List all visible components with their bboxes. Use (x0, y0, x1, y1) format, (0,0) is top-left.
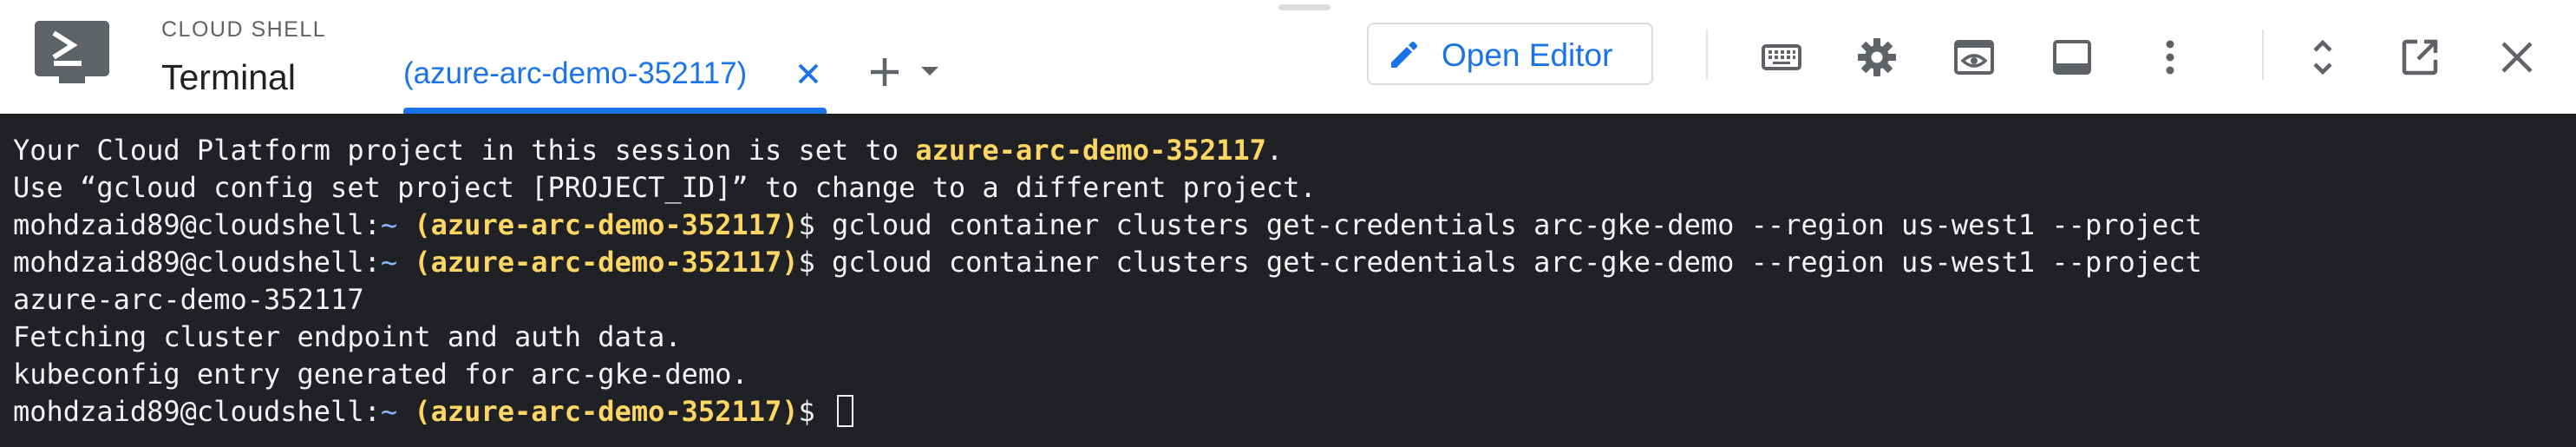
prompt-user: mohdzaid89@cloudshell (13, 246, 364, 279)
page-title: Terminal (161, 57, 296, 97)
tab-active-indicator (403, 108, 827, 114)
keyboard-icon[interactable] (1761, 36, 1802, 78)
prompt-user: mohdzaid89@cloudshell (13, 208, 364, 241)
open-editor-label: Open Editor (1442, 37, 1613, 73)
prompt-separator: : (363, 246, 381, 279)
terminal-line: kubeconfig entry generated for arc-gke-d… (13, 358, 749, 391)
prompt-user: mohdzaid89@cloudshell (13, 395, 364, 428)
command-text: $ (798, 395, 833, 428)
command-text: $ gcloud container clusters get-credenti… (798, 246, 2202, 279)
prompt-path: ~ (380, 208, 398, 241)
prompt-project: (azure-arc-demo-352117) (414, 395, 799, 428)
line-text: Your Cloud Platform project in this sess… (13, 134, 916, 167)
panel-icon[interactable] (2051, 36, 2093, 78)
terminal-output[interactable]: Your Cloud Platform project in this sess… (0, 114, 2576, 447)
terminal-line: azure-arc-demo-352117 (13, 283, 364, 316)
gear-icon[interactable] (1856, 36, 1898, 78)
tab-terminal-session[interactable]: (azure-arc-demo-352117) (403, 42, 827, 114)
prompt-separator: : (363, 208, 381, 241)
project-id: azure-arc-demo-352117 (915, 134, 1266, 167)
chevron-down-icon[interactable] (919, 64, 940, 78)
terminal-line: Use “gcloud config set project [PROJECT_… (13, 171, 1317, 204)
web-preview-icon[interactable] (1953, 36, 1995, 78)
terminal-cursor[interactable] (837, 395, 854, 427)
pencil-icon (1391, 42, 1417, 68)
terminal-prompt-line: mohdzaid89@cloudshell:~ (azure-arc-demo-… (13, 244, 2202, 281)
terminal-prompt-line: mohdzaid89@cloudshell:~ (azure-arc-demo-… (13, 207, 2202, 244)
close-icon[interactable] (2496, 36, 2538, 78)
more-vert-icon[interactable] (2149, 36, 2191, 78)
command-text: $ gcloud container clusters get-credenti… (798, 208, 2202, 241)
toolbar-divider (1706, 30, 1708, 80)
add-icon[interactable] (867, 55, 902, 89)
open-editor-button[interactable]: Open Editor (1367, 23, 1653, 85)
terminal-line: Fetching cluster endpoint and auth data. (13, 320, 682, 353)
resize-drag-handle[interactable] (1278, 4, 1330, 10)
close-icon[interactable] (792, 57, 825, 90)
prompt-separator: : (363, 395, 381, 428)
prompt-path: ~ (380, 246, 398, 279)
tab-label: (azure-arc-demo-352117) (403, 56, 748, 90)
prompt-project: (azure-arc-demo-352117) (414, 208, 799, 241)
terminal-prompt-line: mohdzaid89@cloudshell:~ (azure-arc-demo-… (13, 393, 854, 431)
prompt-path: ~ (380, 395, 398, 428)
section-label: CLOUD SHELL (161, 17, 327, 42)
line-text: . (1265, 134, 1284, 167)
unfold-icon[interactable] (2302, 36, 2344, 78)
terminal-logo-icon (35, 21, 109, 83)
toolbar-divider (2262, 30, 2264, 80)
open-in-new-icon[interactable] (2399, 36, 2441, 78)
prompt-project: (azure-arc-demo-352117) (414, 246, 799, 279)
terminal-line: Your Cloud Platform project in this sess… (13, 132, 1283, 169)
cloud-shell-header: CLOUD SHELL Terminal (azure-arc-demo-352… (0, 0, 2576, 114)
